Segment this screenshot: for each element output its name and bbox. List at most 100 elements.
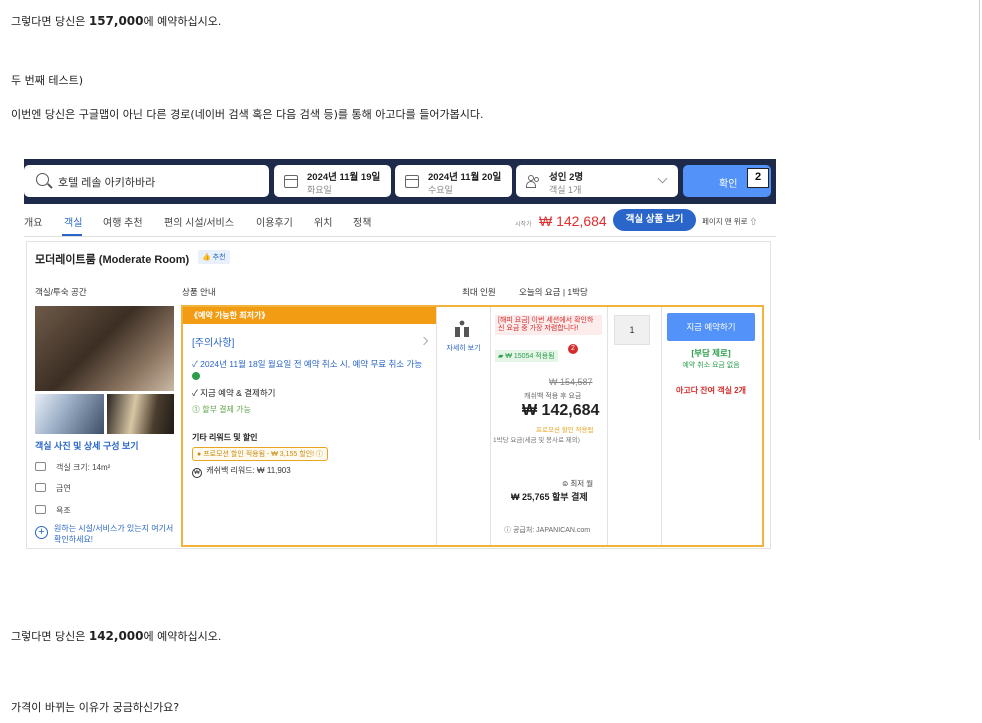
back-to-top-link[interactable]: 페이지 맨 위로 ⇧ [702,216,757,227]
thumbs-up-icon: 👍 [202,254,211,261]
supplier-text: 공급처: JAPANICAN.com [512,527,591,534]
p4-price: 142,000 [88,629,144,643]
facility-request-link[interactable]: + 원하는 시설/서비스가 있는지 여기서 확인하세요! [35,523,182,545]
chevron-right-icon [419,336,429,346]
room-quantity-select[interactable]: 1 [614,315,650,345]
ticket-icon: ▰ [498,353,504,360]
cashback-reward: ₩ 캐쉬백 리워드: ₩ 11,903 [192,465,291,478]
min-month-text: 최저 월 [570,479,594,488]
guest-details-link[interactable]: 자세히 보기 [443,343,484,354]
bathtub-icon [35,505,46,514]
feature-label: 객실 크기: 14m² [56,463,111,472]
feature-label: 금연 [56,484,71,493]
scrollbar-track[interactable] [979,0,980,440]
calendar-icon [405,175,419,188]
supplier-note: ⓘ 공급처: JAPANICAN.com [504,525,590,535]
checkin-date: 2024년 11월 19일 [307,172,381,183]
view-rooms-button[interactable]: 객실 상품 보기 [613,209,696,231]
tab-travel-tips[interactable]: 여행 추천 [103,214,143,229]
paragraph-1: 그렇다면 당신은 157,000에 예약하십시오. [11,13,221,29]
price-from-label: 시작가 [515,222,532,228]
search-bar: 호텔 레솔 아키하바라 2024년 11월 19일 화요일 2024년 11월 … [24,159,776,204]
tab-reviews[interactable]: 이용후기 [256,214,293,229]
tab-rooms[interactable]: 객실 [64,214,82,229]
info-icon [192,372,200,380]
search-icon [36,173,49,186]
two-people-icon [455,320,469,337]
hotel-name: 호텔 레솔 아키하바라 [58,177,156,189]
people-icon [526,174,542,188]
recommend-label: 추천 [212,254,226,261]
plus-circle-icon: + [35,526,48,539]
room-photos-link[interactable]: 객실 사진 및 상세 구성 보기 [35,439,139,452]
feature-non-smoking: 금연 [35,483,71,494]
step-marker: 2 [747,168,769,188]
paragraph-4: 그렇다면 당신은 142,000에 예약하십시오. [11,628,221,644]
confirm-button[interactable]: 확인 2 [683,165,771,197]
checkin-field[interactable]: 2024년 11월 19일 화요일 [274,165,391,197]
price-cell: [해피 요금] 이번 세션에서 확인하신 요금 중 가장 저렴합니다! 2 ▰ … [490,307,607,545]
installment-text: 할부 결제 가능 [202,405,251,414]
room-title: 모더레이트룸 (Moderate Room) [35,254,190,266]
confirm-label: 확인 [719,179,738,190]
booking-cell: 지금 예약하기 [부담 제로] 예약 취소 요금 없음 아고다 잔여 객실 2개 [661,307,762,545]
hotel-search-field[interactable]: 호텔 레솔 아키하바라 [24,165,269,197]
applied-text: ₩ 15054 적용됨 [505,353,555,360]
notice-link[interactable]: [주의사항] [192,334,234,349]
col-price: 오늘의 요금 | 1박당 [519,287,588,297]
checkin-day: 화요일 [307,185,332,195]
p1-text: 그렇다면 당신은 [11,15,89,28]
cancel-policy: ✓ 2024년 11월 18일 월요일 전 예약 취소 시, 예약 무료 취소 … [192,358,432,382]
pay-now: ✓ 지금 예약 & 결제하기 [192,388,276,398]
guest-count: 성인 2명 [549,172,584,183]
p4-suffix: 에 예약하십시오. [143,630,222,643]
back-to-top-label: 페이지 맨 위로 [702,217,748,226]
room-photo-main[interactable] [35,306,174,391]
book-now-button[interactable]: 지금 예약하기 [667,313,755,341]
promo-badge: ● 프로모션 할인 적용됨 - ₩ 3,155 할인! ⓘ [192,447,329,461]
p4-text: 그렇다면 당신은 [11,630,89,643]
annotation-marker: 2 [568,344,578,354]
col-guests: 최대 인원 [462,287,496,297]
room-photo-thumb[interactable] [35,394,104,434]
tax-note: 1박당 요금(세금 및 봉사료 제외) [493,437,580,444]
free-cancel-label: [부담 제로] [691,348,731,358]
paragraph-2: 두 번째 테스트) [11,74,84,87]
other-rewards-title: 기타 리워드 및 할인 [192,433,258,442]
card-icon: ⊜ [562,479,569,488]
house-icon [35,462,46,471]
room-card: 모더레이트룸 (Moderate Room) 👍 추천 객실/투숙 공간 상품 … [26,241,771,549]
tab-facilities[interactable]: 편의 시설/서비스 [164,214,234,229]
paragraph-3: 이번엔 당신은 구글맵이 아닌 다른 경로(네이버 검색 혹은 다음 검색 등)… [11,108,484,121]
feature-room-size: 객실 크기: 14m² [35,462,110,473]
no-smoking-icon [35,483,46,492]
feature-bathtub: 욕조 [35,505,71,516]
p1-suffix: 에 예약하십시오. [143,15,222,28]
quantity-cell: 1 [607,307,661,545]
guests-field[interactable]: 성인 2명 객실 1개 [516,165,678,197]
agoda-screenshot: 호텔 레솔 아키하바라 2024년 11월 19일 화요일 2024년 11월 … [24,159,776,551]
chevron-down-icon [657,173,668,184]
cashback-icon: ₩ [192,468,202,478]
checkout-date: 2024년 11월 20일 [428,172,502,183]
tab-policy[interactable]: 정책 [353,214,371,229]
pay-now-text: 지금 예약 & 결제하기 [200,388,276,398]
room-count: 객실 1개 [549,185,582,195]
property-nav: 개요 객실 여행 추천 편의 시설/서비스 이용후기 위치 정책 시작가 ₩ 1… [24,204,776,237]
tab-overview[interactable]: 개요 [24,214,42,229]
final-price: ₩ 142,684 [522,402,600,419]
col-room: 객실/투숙 공간 [35,287,87,297]
cancel-policy-text: 2024년 11월 18일 월요일 전 예약 취소 시, 예약 무료 취소 가능 [200,359,423,369]
tab-location[interactable]: 위치 [314,214,332,229]
promo-text: 프로모션 할인 적용됨 - ₩ 3,155 할인! [203,451,315,458]
promo-applied-note: 프로모션 할인 적용됨 [536,427,594,434]
installment-available: ⓵ 할부 결제 가능 [192,405,251,414]
calendar-icon [284,175,298,188]
room-photo-thumb[interactable] [107,394,174,434]
rooms-left-label: 아고다 잔여 객실 2개 [676,386,746,395]
installment-price: ₩ 25,765 할부 결제 [511,492,588,502]
cashback-text: 캐쉬백 리워드: ₩ 11,903 [206,466,291,475]
happy-rate-notice: [해피 요금] 이번 세션에서 확인하신 요금 중 가장 저렴합니다! [495,315,602,335]
paragraph-5: 가격이 바뀌는 이유가 궁금하신가요? [11,701,180,714]
checkout-field[interactable]: 2024년 11월 20일 수요일 [395,165,512,197]
